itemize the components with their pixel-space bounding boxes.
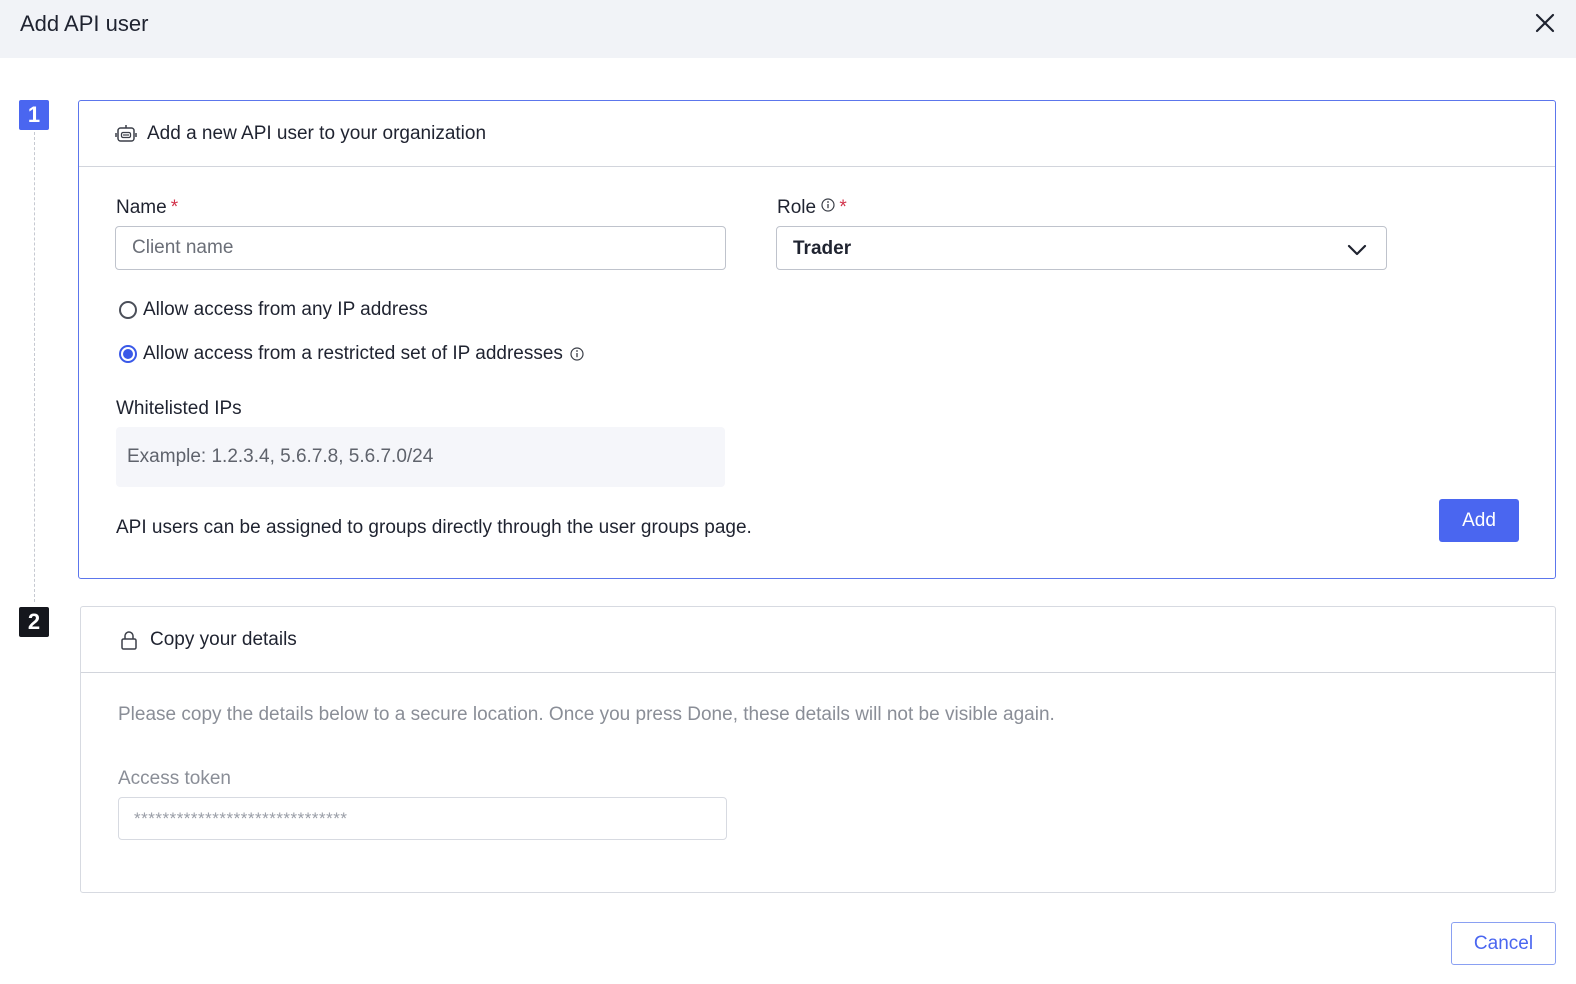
role-label: Role xyxy=(777,197,817,218)
step-1-header: Add a new API user to your organization xyxy=(79,101,1555,167)
info-icon[interactable] xyxy=(570,347,584,361)
role-label-group: Role * xyxy=(777,196,847,220)
name-label: Name xyxy=(116,197,167,218)
radio-any-ip-label: Allow access from any IP address xyxy=(143,299,428,320)
radio-any-ip[interactable]: Allow access from any IP address xyxy=(119,298,428,322)
access-token-label: Access token xyxy=(118,768,231,789)
info-icon[interactable] xyxy=(821,198,835,212)
cancel-button[interactable]: Cancel xyxy=(1451,922,1556,965)
whitelist-label: Whitelisted IPs xyxy=(116,398,242,419)
dialog-title: Add API user xyxy=(20,11,149,36)
whitelisted-ips-input[interactable] xyxy=(116,427,725,487)
close-button[interactable] xyxy=(1532,10,1558,36)
close-icon xyxy=(1535,13,1555,33)
step-2-header: Copy your details xyxy=(81,607,1555,673)
dialog-header: Add API user xyxy=(0,0,1576,58)
radio-button-selected[interactable] xyxy=(119,345,137,363)
name-input[interactable] xyxy=(115,226,726,270)
copy-details-description: Please copy the details below to a secur… xyxy=(118,704,1055,725)
lock-icon xyxy=(121,631,137,650)
radio-restricted-ip[interactable]: Allow access from a restricted set of IP… xyxy=(119,342,584,366)
robot-icon xyxy=(115,125,137,142)
add-button[interactable]: Add xyxy=(1439,499,1519,542)
required-marker: * xyxy=(839,197,847,218)
name-label-group: Name * xyxy=(116,196,178,220)
step-2-badge: 2 xyxy=(19,607,49,637)
groups-hint: API users can be assigned to groups dire… xyxy=(116,517,752,538)
step-2-title: Copy your details xyxy=(150,629,297,650)
step-1-title: Add a new API user to your organization xyxy=(147,123,487,144)
radio-button[interactable] xyxy=(119,301,137,319)
required-marker: * xyxy=(170,197,179,218)
step-2-card: Copy your details Please copy the detail… xyxy=(80,606,1556,893)
step-connector xyxy=(34,132,35,602)
step-1-card: Add a new API user to your organization … xyxy=(78,100,1556,579)
role-selected-value: Trader xyxy=(793,238,852,259)
role-select[interactable]: Trader xyxy=(776,226,1387,270)
chevron-down-icon xyxy=(1347,244,1367,256)
radio-restricted-ip-label: Allow access from a restricted set of IP… xyxy=(143,343,563,364)
step-1-badge: 1 xyxy=(19,100,49,130)
access-token-field: ****************************** xyxy=(118,797,727,840)
